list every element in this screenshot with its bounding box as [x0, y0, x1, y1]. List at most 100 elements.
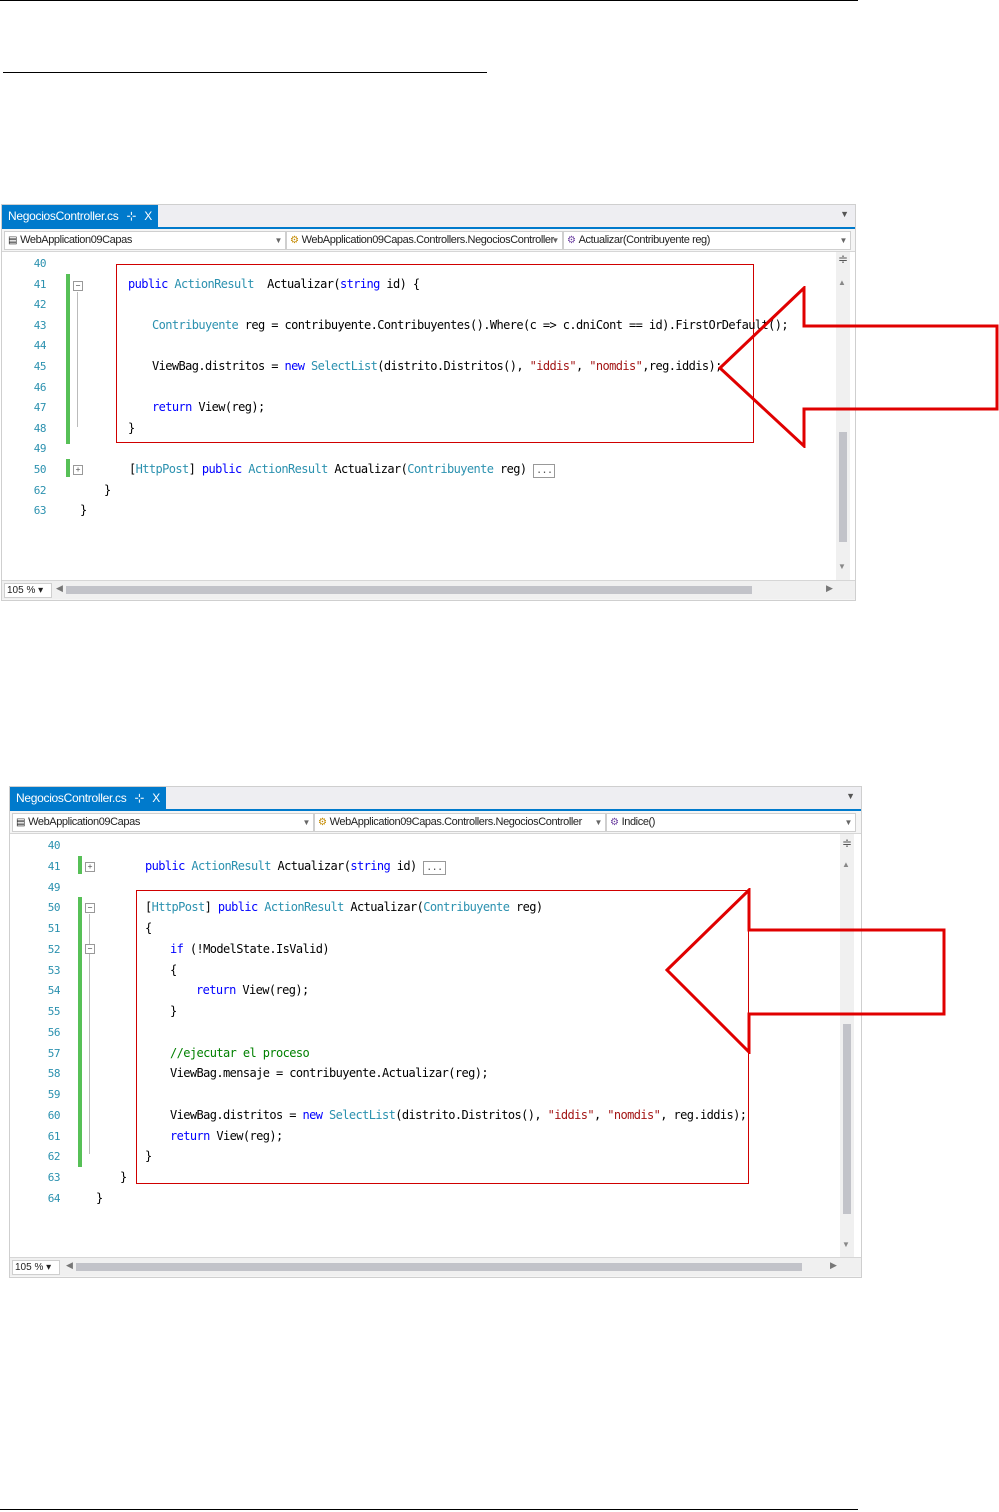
tab-label: NegociosController.cs — [16, 791, 127, 805]
code-token: } — [128, 420, 135, 435]
scroll-right-icon[interactable]: ▶ — [830, 1260, 837, 1271]
code-line: } — [80, 503, 87, 517]
code-token: Contribuyente — [407, 462, 494, 476]
horizontal-scrollbar-thumb[interactable] — [76, 1263, 802, 1271]
split-icon[interactable]: ≑ — [842, 836, 852, 850]
change-indicator — [78, 897, 82, 1167]
expand-icon[interactable]: + — [73, 465, 83, 475]
split-icon[interactable]: ≑ — [838, 252, 848, 266]
scroll-down-icon[interactable]: ▼ — [842, 1240, 850, 1249]
class-icon: ⚙ — [318, 817, 327, 828]
arrow-1 — [718, 286, 999, 448]
line-number: 44 — [33, 339, 47, 353]
line-number: 63 — [33, 504, 47, 518]
line-number: 55 — [47, 1005, 61, 1018]
code-line: //ejecutar el proceso — [170, 1046, 310, 1060]
code-token: ] — [204, 900, 218, 915]
collapse-icon[interactable]: − — [85, 903, 95, 913]
code-token: reg = contribuyente.Contribuyentes().Whe… — [238, 317, 789, 332]
close-icon[interactable]: X — [144, 209, 152, 223]
code-token: public — [128, 276, 175, 291]
code-token: reg) — [493, 462, 534, 476]
pin-icon[interactable]: ⊹ — [126, 209, 136, 223]
line-number: 48 — [33, 421, 47, 435]
code-token: Actualizar( — [270, 858, 351, 873]
code-line: return View(reg); — [152, 400, 265, 414]
pin-icon[interactable]: ⊹ — [134, 791, 144, 805]
change-indicator — [66, 274, 70, 444]
project-dropdown[interactable]: ▤ WebApplication09Capas ▼ — [12, 813, 314, 832]
line-number: 50 — [47, 901, 61, 915]
scroll-left-icon[interactable]: ◀ — [66, 1260, 73, 1271]
tab-bar: NegociosController.cs ⊹ X ▼ — [2, 205, 855, 229]
close-icon[interactable]: X — [152, 791, 160, 805]
class-dropdown[interactable]: ⚙ WebApplication09Capas.Controllers.Negoc… — [314, 813, 606, 832]
collapse-icon[interactable]: − — [85, 944, 95, 954]
code-line: public ActionResult Actualizar(string id… — [128, 277, 420, 291]
class-dropdown[interactable]: ⚙ WebApplication09Capas.Controllers.Negoc… — [286, 231, 563, 250]
code-token: new — [302, 1107, 329, 1122]
code-token: return — [196, 983, 243, 998]
tab-label: NegociosController.cs — [8, 209, 119, 223]
code-token: Actualizar( — [327, 462, 408, 476]
header-rule — [0, 0, 858, 1]
line-number: 57 — [47, 1046, 61, 1060]
line-number: 40 — [47, 839, 61, 852]
code-line: [HttpPost] public ActionResult Actualiza… — [129, 462, 556, 478]
code-line: } — [145, 1149, 152, 1163]
arrow-2-shape — [665, 888, 946, 1054]
member-dropdown[interactable]: ⚙ Actualizar(Contribuyente reg) ▼ — [563, 231, 851, 250]
scroll-down-icon[interactable]: ▼ — [838, 562, 846, 571]
zoom-selector[interactable]: 105 % ▾ — [4, 583, 52, 598]
code-line: public ActionResult Actualizar(string id… — [145, 859, 446, 875]
scroll-left-icon[interactable]: ◀ — [56, 583, 63, 594]
code-line: Contribuyente reg = contribuyente.Contri… — [152, 317, 789, 332]
arrow-1-shape — [718, 286, 999, 448]
code-line: if (!ModelState.IsValid) — [170, 942, 330, 956]
code-token: ViewBag.distritos = — [170, 1107, 303, 1122]
code-token: public — [217, 900, 265, 915]
change-indicator — [78, 856, 82, 874]
code-token: View(reg); — [198, 400, 265, 415]
zoom-level: 105 % — [7, 585, 36, 596]
class-dropdown-label: WebApplication09Capas.Controllers.Negoci… — [301, 234, 555, 246]
zoom-level: 105 % — [15, 1262, 44, 1273]
arrow-2 — [665, 888, 946, 1054]
horizontal-scrollbar-thumb[interactable] — [66, 586, 752, 594]
code-token: } — [104, 482, 111, 497]
expand-icon[interactable]: + — [85, 862, 95, 872]
line-number: 58 — [47, 1067, 61, 1081]
scrollbar-thumb[interactable] — [839, 432, 847, 542]
class-dropdown-label: WebApplication09Capas.Controllers.Negoci… — [329, 816, 583, 828]
collapsed-region-icon[interactable]: ... — [423, 860, 446, 875]
code-token: } — [145, 1149, 152, 1164]
scroll-right-icon[interactable]: ▶ — [826, 583, 833, 594]
member-dropdown[interactable]: ⚙ Indice() ▼ — [606, 813, 856, 832]
code-token: } — [120, 1170, 127, 1184]
tab-negocios-controller[interactable]: NegociosController.cs ⊹ X — [2, 205, 158, 227]
highlight-box — [116, 264, 754, 443]
line-number: 64 — [47, 1191, 61, 1205]
line-number: 40 — [33, 257, 47, 270]
heading-underline — [3, 72, 487, 73]
collapse-icon[interactable]: − — [73, 281, 83, 291]
method-icon: ⚙ — [567, 235, 576, 246]
collapsed-region-icon[interactable]: ... — [533, 464, 556, 478]
code-token: "iddis" — [547, 1107, 595, 1122]
zoom-selector[interactable]: 105 % ▾ — [12, 1260, 60, 1275]
code-token: ActionResult — [174, 276, 254, 291]
code-line: } — [96, 1191, 103, 1205]
code-token: (distrito.Distritos(), — [395, 1107, 548, 1122]
code-token: View(reg); — [242, 983, 309, 998]
tab-overflow-icon[interactable]: ▼ — [846, 791, 855, 801]
code-token: , — [576, 359, 590, 373]
scroll-up-icon[interactable]: ▲ — [842, 860, 850, 869]
tab-negocios-controller[interactable]: NegociosController.cs ⊹ X — [10, 787, 166, 809]
tab-bar: NegociosController.cs ⊹ X ▼ — [10, 787, 861, 811]
footer-rule — [0, 1509, 858, 1510]
tab-overflow-icon[interactable]: ▼ — [840, 209, 849, 219]
editor-statusbar: 105 % ▾ ◀ ▶ — [2, 580, 855, 599]
project-dropdown[interactable]: ▤ WebApplication09Capas ▼ — [4, 231, 286, 250]
chevron-down-icon: ▼ — [551, 236, 559, 245]
code-line: } — [170, 1004, 177, 1018]
